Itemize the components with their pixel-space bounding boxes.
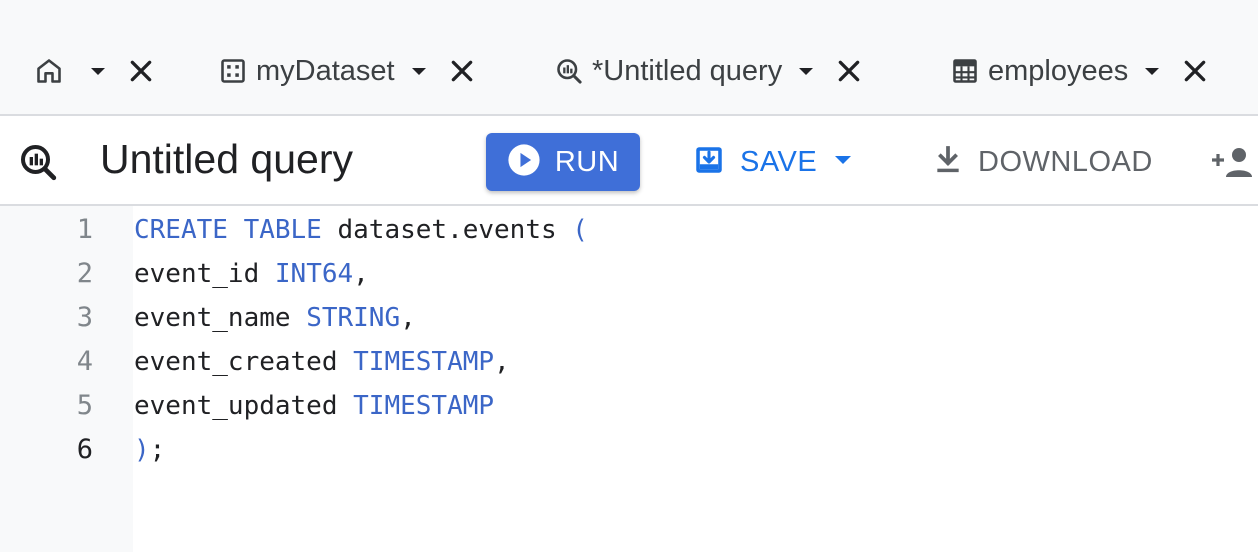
- tab-home-menu-button[interactable]: [86, 56, 110, 86]
- home-icon: [34, 56, 64, 86]
- sql-editor[interactable]: 1 CREATE TABLE dataset.events (2 event_id …: [0, 206, 1258, 552]
- sql-token: event_updated: [134, 391, 354, 421]
- sql-token: dataset.events: [321, 215, 573, 245]
- dataset-icon: [218, 56, 248, 86]
- sql-token: event_id: [134, 259, 275, 289]
- tab-employees[interactable]: employees: [950, 48, 1210, 94]
- download-button[interactable]: DOWNLOAD: [932, 140, 1153, 184]
- tab-label: employees: [988, 54, 1129, 87]
- sql-keyword: INT64: [274, 259, 354, 289]
- play-icon: [507, 143, 541, 182]
- code-line[interactable]: 4 event_created TIMESTAMP,: [0, 340, 1258, 384]
- tab-untitled-query-close-icon[interactable]: [834, 56, 864, 86]
- tab-employees-close-icon[interactable]: [1180, 56, 1210, 86]
- tab-home-close-icon[interactable]: [126, 56, 156, 86]
- code-line[interactable]: 6);: [0, 428, 1258, 472]
- tab-bar: myDataset *Untitled query employees: [0, 0, 1258, 116]
- tab-label: myDataset: [256, 54, 395, 87]
- sql-token: ,: [400, 303, 416, 333]
- save-button[interactable]: SAVE: [692, 140, 853, 184]
- code-text: event_created TIMESTAMP,: [134, 340, 510, 384]
- sql-keyword: ): [134, 435, 150, 465]
- sql-token: ;: [149, 435, 166, 465]
- add-person-icon: [1208, 148, 1258, 184]
- sql-token: event_created: [134, 347, 354, 377]
- run-button-label: RUN: [554, 145, 620, 178]
- sql-keyword: CREATE TABLE: [134, 215, 322, 245]
- line-number: 2: [76, 258, 93, 289]
- sql-keyword: TIMESTAMP: [353, 347, 495, 377]
- save-icon: [692, 143, 726, 182]
- code-line[interactable]: 5 event_updated TIMESTAMP: [0, 384, 1258, 428]
- code-text: event_id INT64,: [134, 252, 369, 296]
- share-button[interactable]: [1208, 144, 1258, 180]
- chevron-down-icon[interactable]: [833, 153, 853, 171]
- line-number: 6: [76, 434, 93, 465]
- download-button-label: DOWNLOAD: [978, 145, 1153, 178]
- tab-mydataset-menu-button[interactable]: [407, 56, 431, 86]
- tab-mydataset-close-icon[interactable]: [447, 56, 477, 86]
- tab-label: *Untitled query: [592, 54, 783, 87]
- code-line[interactable]: 3 event_name STRING,: [0, 296, 1258, 340]
- query-icon: [554, 56, 584, 86]
- tab-untitled-query[interactable]: *Untitled query: [554, 48, 864, 94]
- query-icon: [18, 142, 58, 182]
- sql-keyword: TIMESTAMP: [353, 391, 495, 421]
- tab-employees-menu-button[interactable]: [1140, 56, 1164, 86]
- sql-token: event_name: [134, 303, 307, 333]
- query-title: Untitled query: [100, 136, 353, 182]
- table-icon: [950, 56, 980, 86]
- line-number: 1: [76, 214, 93, 245]
- code-text: );: [134, 428, 165, 472]
- line-number: 5: [76, 390, 93, 421]
- code-line[interactable]: 1 CREATE TABLE dataset.events (: [0, 208, 1258, 252]
- line-number: 3: [76, 302, 93, 333]
- save-button-label: SAVE: [740, 145, 818, 178]
- code-line[interactable]: 2 event_id INT64,: [0, 252, 1258, 296]
- sql-token: ,: [353, 259, 369, 289]
- query-toolbar: Untitled query RUN SAVE DOWNLOAD: [0, 116, 1258, 206]
- sql-keyword: (: [572, 215, 588, 245]
- sql-token: ,: [494, 347, 510, 377]
- sql-keyword: STRING: [306, 303, 401, 333]
- run-button[interactable]: RUN: [486, 133, 640, 191]
- tab-mydataset[interactable]: myDataset: [218, 48, 477, 94]
- code-text: event_updated TIMESTAMP: [134, 384, 494, 428]
- tab-untitled-query-menu-button[interactable]: [794, 56, 818, 86]
- tab-home[interactable]: [34, 48, 156, 94]
- code-text: CREATE TABLE dataset.events (: [134, 208, 588, 252]
- code-text: event_name STRING,: [134, 296, 416, 340]
- download-icon: [932, 143, 964, 182]
- line-number: 4: [76, 346, 93, 377]
